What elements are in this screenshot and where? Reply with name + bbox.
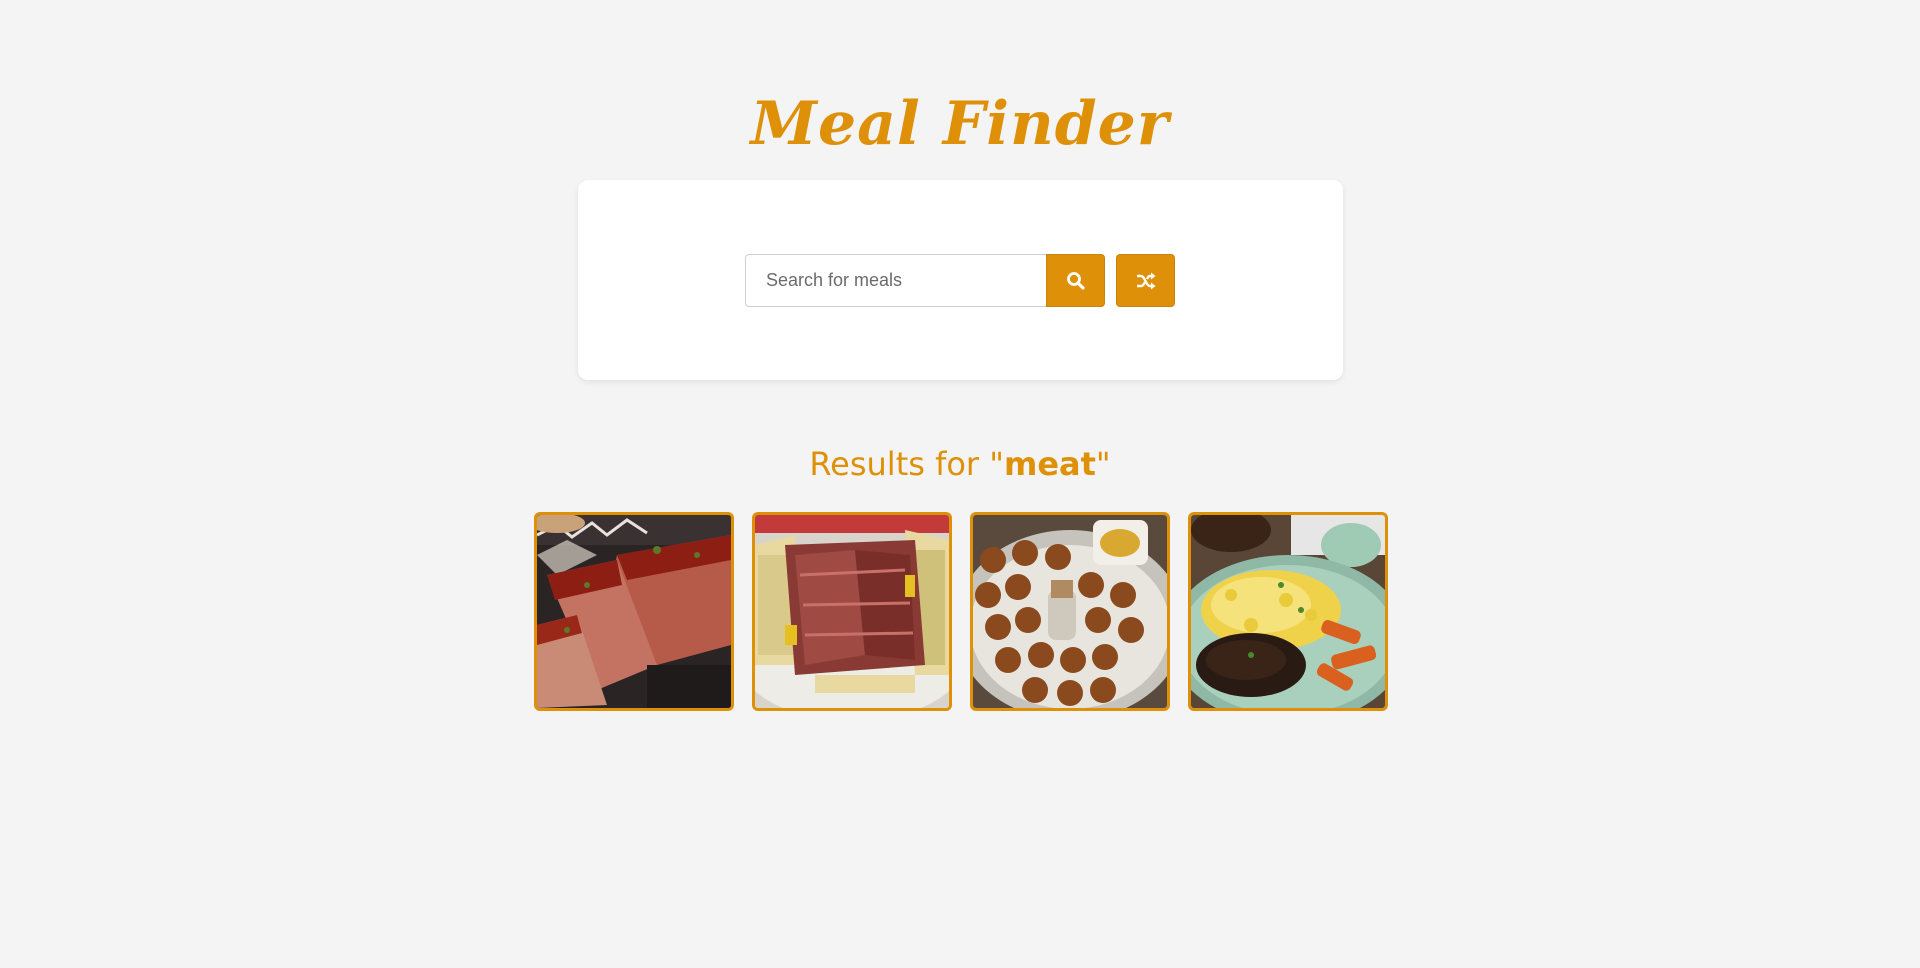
beef-patty-with-eggs-photo [1191,515,1385,708]
meal-card[interactable] [534,512,734,711]
search-icon [1066,271,1086,291]
meatloaf-photo [537,515,731,708]
meal-card[interactable] [1188,512,1388,711]
meatballs-bowl-photo [973,515,1167,708]
random-meal-button[interactable] [1116,254,1175,307]
shuffle-icon [1136,272,1156,290]
pastrami-sandwich-photo [755,515,949,708]
results-heading: Results for "meat" [0,440,1920,488]
app-title: Meal Finder [750,89,1170,159]
results-term: meat [1003,445,1096,483]
search-button[interactable] [1046,254,1105,307]
meals-grid [534,512,1388,711]
meal-card[interactable] [752,512,952,711]
meal-card[interactable] [970,512,1170,711]
search-card [578,180,1343,380]
search-form [745,254,1175,307]
results-suffix: " [1095,445,1111,483]
search-input[interactable] [745,254,1046,307]
results-prefix: Results for " [809,445,1004,483]
